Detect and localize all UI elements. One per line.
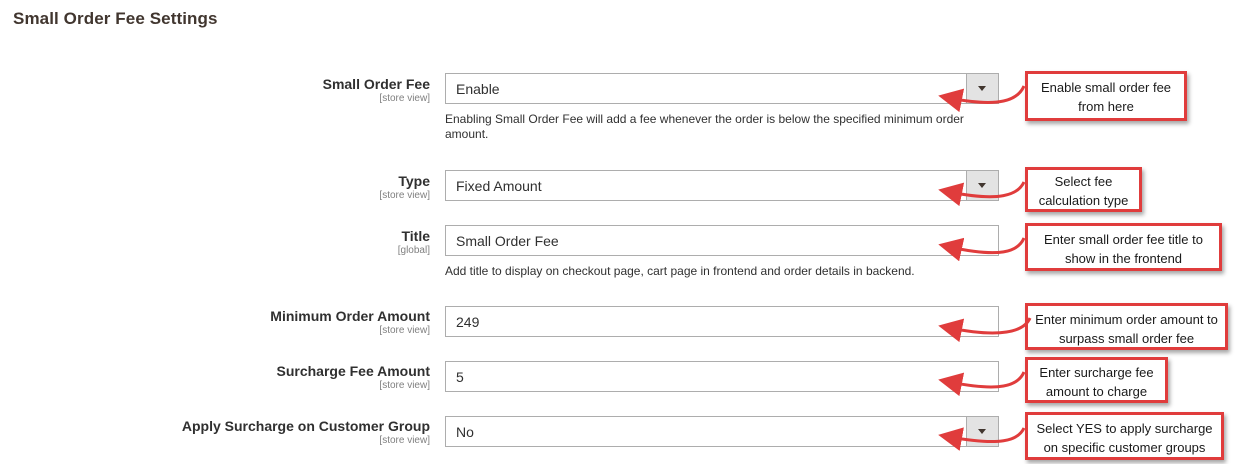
field-scope: [store view]: [379, 325, 430, 336]
chevron-down-icon[interactable]: [966, 74, 998, 103]
minimum-order-amount-value: 249: [456, 314, 480, 330]
field-label-title: Title [global]: [398, 228, 430, 257]
field-label-apply-surcharge: Apply Surcharge on Customer Group [store…: [182, 418, 430, 447]
small-order-fee-select[interactable]: Enable: [445, 73, 999, 104]
surcharge-fee-amount-input[interactable]: 5: [445, 361, 999, 392]
title-input[interactable]: Small Order Fee: [445, 225, 999, 256]
title-input-value: Small Order Fee: [456, 233, 559, 249]
field-label-small-order-fee: Small Order Fee [store view]: [323, 76, 430, 105]
field-scope: [global]: [397, 245, 430, 256]
type-select[interactable]: Fixed Amount: [445, 170, 999, 201]
field-label-type: Type [store view]: [379, 173, 430, 202]
callout-enable-fee: Enable small order fee from here: [1025, 71, 1187, 121]
field-label-text: Surcharge Fee Amount: [276, 363, 430, 379]
small-order-fee-note: Enabling Small Order Fee will add a fee …: [445, 112, 964, 141]
small-order-fee-select-value: Enable: [456, 81, 500, 97]
section-title: Small Order Fee Settings: [13, 9, 218, 28]
callout-surcharge-amount: Enter surcharge fee amount to charge: [1025, 357, 1168, 403]
field-label-text: Title: [401, 228, 430, 244]
type-select-value: Fixed Amount: [456, 178, 542, 194]
field-label-text: Small Order Fee: [322, 76, 430, 92]
minimum-order-amount-input[interactable]: 249: [445, 306, 999, 337]
callout-title: Enter small order fee title to show in t…: [1025, 223, 1222, 271]
field-scope: [store view]: [379, 380, 430, 391]
chevron-down-icon[interactable]: [966, 417, 998, 446]
title-note: Add title to display on checkout page, c…: [445, 264, 915, 278]
field-label-surcharge-fee-amount: Surcharge Fee Amount [store view]: [276, 363, 430, 392]
chevron-down-icon[interactable]: [966, 171, 998, 200]
apply-surcharge-select-value: No: [456, 424, 474, 440]
apply-surcharge-select[interactable]: No: [445, 416, 999, 447]
field-scope: [store view]: [379, 93, 430, 104]
surcharge-fee-amount-value: 5: [456, 369, 464, 385]
field-label-text: Apply Surcharge on Customer Group: [181, 418, 430, 434]
field-label-text: Type: [398, 173, 430, 189]
callout-minimum-amount: Enter minimum order amount to surpass sm…: [1025, 303, 1228, 350]
field-scope: [store view]: [379, 435, 430, 446]
callout-fee-type: Select fee calculation type: [1025, 167, 1142, 212]
callout-customer-group: Select YES to apply surcharge on specifi…: [1025, 412, 1224, 460]
field-label-text: Minimum Order Amount: [270, 308, 430, 324]
field-label-minimum-order-amount: Minimum Order Amount [store view]: [270, 308, 430, 337]
field-scope: [store view]: [379, 190, 430, 201]
